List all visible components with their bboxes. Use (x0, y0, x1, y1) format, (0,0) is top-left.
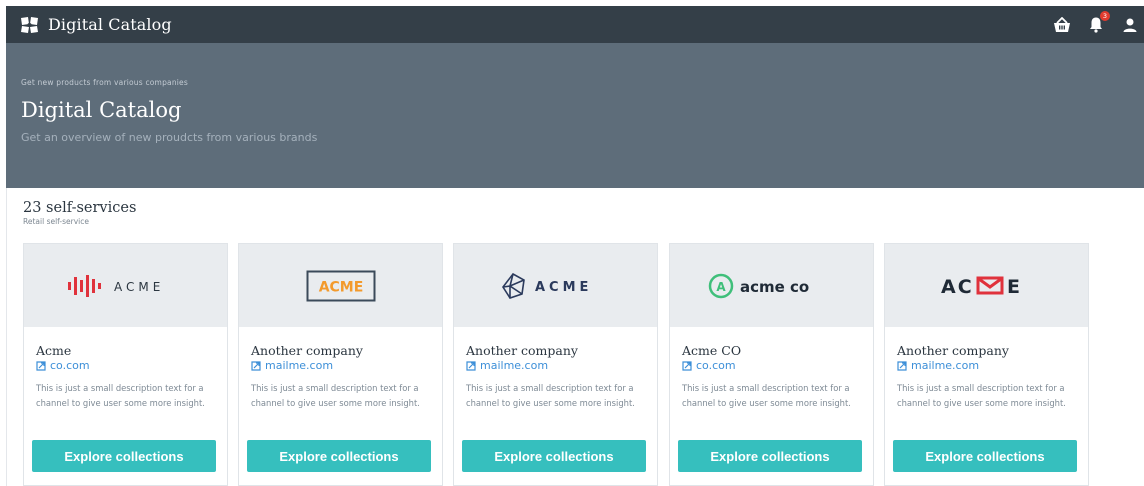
external-link-icon (682, 360, 692, 371)
company-logo: ACME (454, 244, 657, 327)
company-name: Another company (897, 343, 1009, 358)
company-description: This is just a small description text fo… (251, 383, 420, 408)
svg-text:ACME: ACME (114, 280, 164, 294)
company-description: This is just a small description text fo… (897, 383, 1066, 408)
hero-title: Digital Catalog (21, 98, 182, 122)
company-card: ACME Another company mailme.com This is … (453, 243, 658, 486)
section-subtitle: Retail self-service (23, 217, 89, 226)
company-name: Another company (466, 343, 578, 358)
company-logo: AC E (885, 244, 1088, 327)
svg-text:AC: AC (941, 276, 974, 298)
brand[interactable]: Digital Catalog (20, 15, 172, 34)
explore-collections-button[interactable]: Explore collections (247, 440, 431, 472)
svg-text:ACME: ACME (318, 279, 363, 295)
company-link[interactable]: co.com (682, 359, 736, 372)
company-link[interactable]: mailme.com (897, 359, 979, 372)
company-link-text[interactable]: co.com (50, 359, 90, 372)
company-card: ACME Another company mailme.com This is … (238, 243, 443, 486)
company-link[interactable]: mailme.com (251, 359, 333, 372)
top-navbar: Digital Catalog 3 (6, 6, 1144, 43)
company-logo: ACME (24, 244, 227, 327)
explore-collections-button[interactable]: Explore collections (32, 440, 216, 472)
notification-badge: 3 (1100, 10, 1110, 21)
company-link-text[interactable]: mailme.com (911, 359, 979, 372)
hero-subtitle: Get an overview of new proudcts from var… (21, 131, 318, 144)
company-card: A acme co Acme CO co.com This is just a … (669, 243, 874, 486)
company-link[interactable]: co.com (36, 359, 90, 372)
user-icon[interactable] (1120, 15, 1140, 35)
external-link-icon (251, 360, 261, 371)
app-logo-icon (20, 16, 40, 34)
company-card: AC E Another company mailme.com This is … (884, 243, 1089, 486)
company-name: Acme (36, 343, 72, 358)
explore-collections-button[interactable]: Explore collections (462, 440, 646, 472)
bell-icon[interactable]: 3 (1086, 10, 1110, 35)
svg-text:acme co: acme co (740, 278, 809, 296)
svg-text:E: E (1007, 276, 1020, 298)
company-logo: A acme co (670, 244, 873, 327)
company-description: This is just a small description text fo… (36, 383, 205, 408)
company-link-text[interactable]: mailme.com (265, 359, 333, 372)
content-divider (6, 188, 7, 486)
explore-collections-button[interactable]: Explore collections (678, 440, 862, 472)
hero-eyebrow: Get new products from various companies (21, 78, 188, 87)
svg-text:A: A (716, 280, 726, 294)
app-title: Digital Catalog (48, 15, 172, 34)
basket-icon[interactable] (1052, 15, 1072, 35)
external-link-icon (36, 360, 46, 371)
company-link-text[interactable]: mailme.com (480, 359, 548, 372)
company-logo: ACME (239, 244, 442, 327)
company-name: Acme CO (682, 343, 742, 358)
section-title: 23 self-services (23, 200, 137, 216)
external-link-icon (466, 360, 476, 371)
hero-banner: Get new products from various companies … (6, 43, 1144, 188)
mail-icon (976, 276, 1003, 294)
company-name: Another company (251, 343, 363, 358)
company-link-text[interactable]: co.com (696, 359, 736, 372)
external-link-icon (897, 360, 907, 371)
explore-collections-button[interactable]: Explore collections (893, 440, 1077, 472)
svg-text:ACME: ACME (535, 280, 592, 295)
company-description: This is just a small description text fo… (466, 383, 635, 408)
company-description: This is just a small description text fo… (682, 383, 851, 408)
company-card: ACME Acme co.com This is just a small de… (23, 243, 228, 486)
company-link[interactable]: mailme.com (466, 359, 548, 372)
